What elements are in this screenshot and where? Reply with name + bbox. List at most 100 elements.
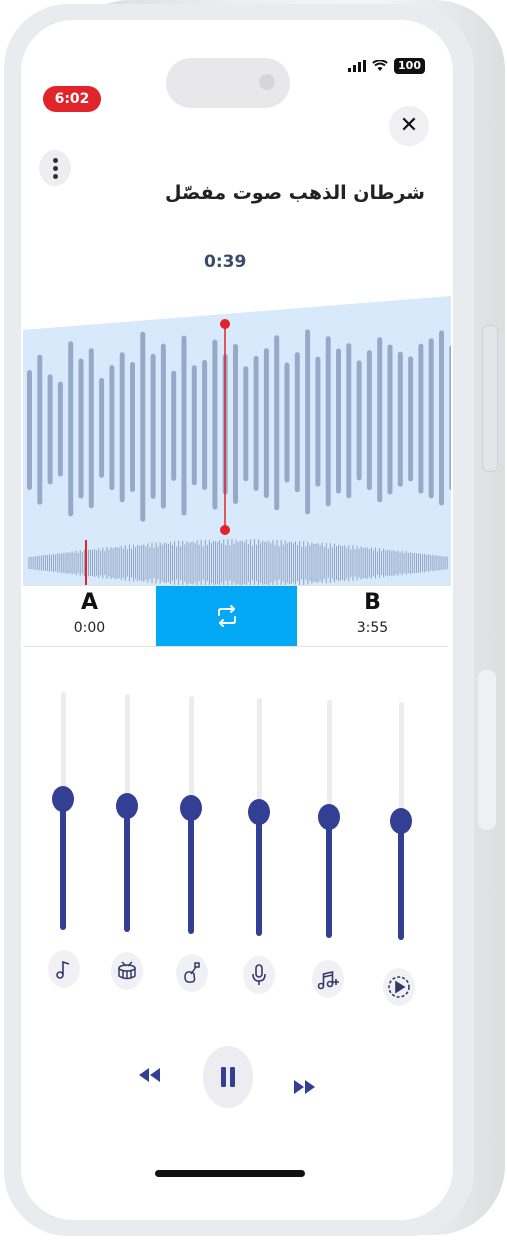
playhead-bottom-handle[interactable] [220, 525, 230, 535]
volume-slider-music-note[interactable] [52, 692, 74, 930]
repeat-icon [217, 605, 236, 627]
waveform-bar [47, 374, 53, 485]
phone-side-button [482, 325, 498, 472]
battery-indicator: 100 [394, 58, 425, 74]
waveform-bar [336, 348, 341, 494]
waveform-bar [294, 352, 300, 493]
current-time: 0:39 [204, 252, 247, 272]
waveform-bar [397, 351, 403, 487]
waveform-bar [387, 344, 393, 495]
waveform-bar [88, 348, 94, 509]
play-circle-icon [388, 976, 410, 998]
waveform-bar [356, 360, 362, 481]
waveform-bar [212, 339, 218, 510]
loop-end-b[interactable]: B 3:55 [297, 586, 448, 646]
waveform-bar [109, 365, 115, 491]
waveform-bar [428, 338, 434, 499]
status-bar: 100 [348, 58, 425, 74]
stem-music-button[interactable] [48, 950, 80, 988]
slider-thumb[interactable] [180, 794, 202, 821]
waveform-bar [366, 350, 372, 491]
guitar-icon [184, 962, 200, 983]
waveform-view[interactable] [23, 290, 453, 590]
waveform-bar [377, 337, 383, 503]
loop-a-time: 0:00 [73, 620, 106, 636]
waveform-bar [27, 370, 32, 490]
waveform-bar [119, 352, 125, 503]
waveform-bar [284, 362, 290, 483]
slider-fill [256, 812, 262, 936]
pause-icon [221, 1067, 235, 1087]
waveform-bar [150, 353, 156, 499]
slider-fill [60, 799, 66, 930]
slider-fill [188, 807, 194, 934]
phone-side-button [478, 670, 496, 830]
slider-thumb[interactable] [52, 786, 74, 813]
loop-b-label: B [364, 590, 381, 615]
volume-slider-microphone[interactable] [248, 698, 270, 936]
drum-icon [118, 961, 136, 980]
screen: 100 6:02 ✕ شرطان الذهب صوت مفصّل 0:39 A … [21, 20, 453, 1220]
waveform-bar [202, 359, 208, 490]
rewind-button[interactable] [133, 1060, 165, 1090]
slider-thumb[interactable] [390, 808, 412, 834]
stem-drums-button[interactable] [111, 952, 143, 990]
waveform-bar [263, 348, 269, 499]
fast-forward-button[interactable] [289, 1072, 321, 1102]
loop-a-label: A [80, 590, 99, 615]
loop-b-time: 3:55 [356, 620, 389, 636]
stem-guitar-button[interactable] [176, 954, 208, 992]
home-indicator [155, 1170, 305, 1177]
loop-start-a[interactable]: A 0:00 [23, 586, 156, 646]
more-options-button[interactable] [39, 150, 71, 186]
waveform-bar [439, 330, 444, 506]
music-notes-plus-icon [317, 971, 339, 990]
waveform-bar [449, 345, 453, 491]
playhead-top-handle[interactable] [220, 319, 230, 329]
phone-frame: 100 6:02 ✕ شرطان الذهب صوت مفصّل 0:39 A … [4, 4, 474, 1236]
waveform-bar [171, 370, 177, 481]
waveform-bar [37, 354, 43, 505]
waveform-bar [305, 329, 311, 515]
volume-slider-music-notes-plus[interactable] [318, 700, 340, 938]
waveform-bar [418, 343, 424, 494]
close-button[interactable]: ✕ [389, 106, 429, 146]
waveform-bar [140, 331, 146, 522]
waveform-bar [160, 343, 166, 509]
dynamic-island [166, 58, 290, 108]
ab-loop-bar: A 0:00 B 3:55 [23, 585, 448, 647]
stem-vocals-button[interactable] [243, 956, 275, 994]
volume-slider-guitar[interactable] [180, 696, 202, 934]
waveform-bar [191, 365, 197, 486]
track-title: شرطان الذهب صوت مفصّل [165, 182, 425, 204]
pause-button[interactable] [203, 1046, 253, 1108]
waveform-bar [57, 381, 63, 477]
waveform-bar [253, 355, 259, 491]
stem-other-button[interactable] [312, 960, 344, 998]
slider-thumb[interactable] [248, 799, 270, 826]
slider-fill [326, 816, 332, 938]
waveform-bar [315, 356, 321, 487]
close-icon: ✕ [399, 113, 419, 138]
waveform-bar [99, 377, 105, 478]
camera-icon [259, 74, 275, 90]
volume-slider-play-circle[interactable] [390, 702, 412, 940]
microphone-icon [252, 964, 266, 985]
waveform-bar [274, 335, 280, 511]
waveform-bar [346, 343, 352, 499]
waveform-bar [181, 335, 187, 516]
fast-forward-icon [294, 1080, 315, 1094]
loop-toggle-button[interactable] [156, 586, 297, 646]
wifi-icon [372, 60, 388, 71]
slider-thumb[interactable] [116, 792, 138, 819]
waveform-bar [68, 341, 74, 517]
waveform-bar [408, 356, 414, 482]
slider-fill [124, 805, 130, 932]
volume-slider-drum[interactable] [116, 694, 138, 932]
waveform-bar [78, 358, 84, 499]
slider-thumb[interactable] [318, 803, 340, 830]
waveform-bar [130, 362, 135, 492]
stem-playback-button[interactable] [383, 968, 415, 1006]
recording-time-badge[interactable]: 6:02 [43, 86, 101, 112]
music-note-icon [56, 960, 70, 979]
